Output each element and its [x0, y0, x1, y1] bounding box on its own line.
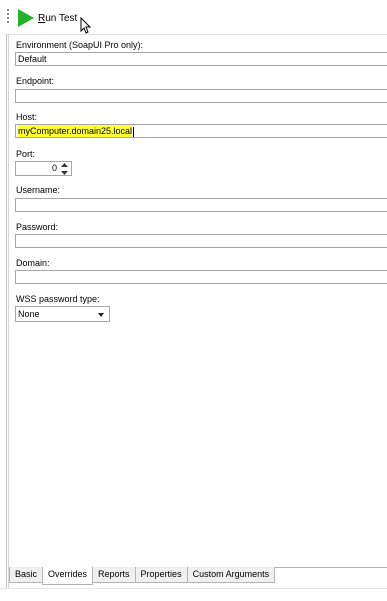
wss-password-type-select[interactable]: None: [15, 306, 110, 322]
domain-label: Domain:: [16, 258, 50, 268]
panel-divider: [8, 34, 9, 588]
tab-label: Properties: [140, 569, 182, 579]
text-caret: [133, 126, 135, 137]
port-value: 0: [51, 163, 57, 173]
tab-strip: Basic Overrides Reports Properties Custo…: [9, 567, 276, 585]
host-label: Host:: [16, 112, 38, 122]
port-spinner[interactable]: 0: [15, 161, 72, 176]
port-label: Port:: [16, 149, 36, 159]
tab-reports[interactable]: Reports: [92, 567, 136, 583]
spin-up-icon[interactable]: [61, 163, 68, 167]
tab-overrides[interactable]: Overrides: [42, 567, 94, 585]
password-field[interactable]: [15, 234, 387, 248]
run-icon: [18, 9, 34, 27]
environment-value: Default: [18, 54, 47, 64]
host-field[interactable]: myComputer.domain25.local: [15, 124, 387, 138]
tab-basic[interactable]: Basic: [9, 567, 44, 583]
username-field[interactable]: [15, 198, 387, 212]
wss-password-type-label: WSS password type:: [16, 294, 100, 304]
username-label: Username:: [16, 185, 61, 195]
tab-custom-arguments[interactable]: Custom Arguments: [186, 567, 276, 583]
endpoint-label: Endpoint:: [16, 76, 55, 86]
toolbar: Run Test: [0, 0, 387, 34]
run-test-label: Run Test: [38, 12, 78, 24]
tab-label: Basic: [15, 569, 38, 579]
spin-down-icon[interactable]: [61, 171, 68, 175]
environment-field[interactable]: Default: [15, 52, 387, 66]
run-test-button[interactable]: Run Test: [18, 8, 77, 28]
wss-password-type-value: None: [18, 309, 40, 319]
password-label: Password:: [16, 222, 59, 232]
host-value: myComputer.domain25.local: [18, 125, 133, 137]
dropdown-arrow-icon: [98, 313, 104, 317]
domain-field[interactable]: [15, 270, 387, 284]
tab-label: Custom Arguments: [192, 569, 270, 579]
tab-label: Reports: [98, 569, 130, 579]
tab-properties[interactable]: Properties: [134, 567, 188, 583]
bottom-edge: [0, 588, 387, 601]
endpoint-field[interactable]: [15, 89, 387, 103]
tab-label: Overrides: [48, 569, 88, 579]
mouse-cursor-icon: [80, 17, 92, 34]
environment-label: Environment (SoapUI Pro only):: [16, 40, 144, 50]
grip-icon[interactable]: [7, 9, 10, 27]
